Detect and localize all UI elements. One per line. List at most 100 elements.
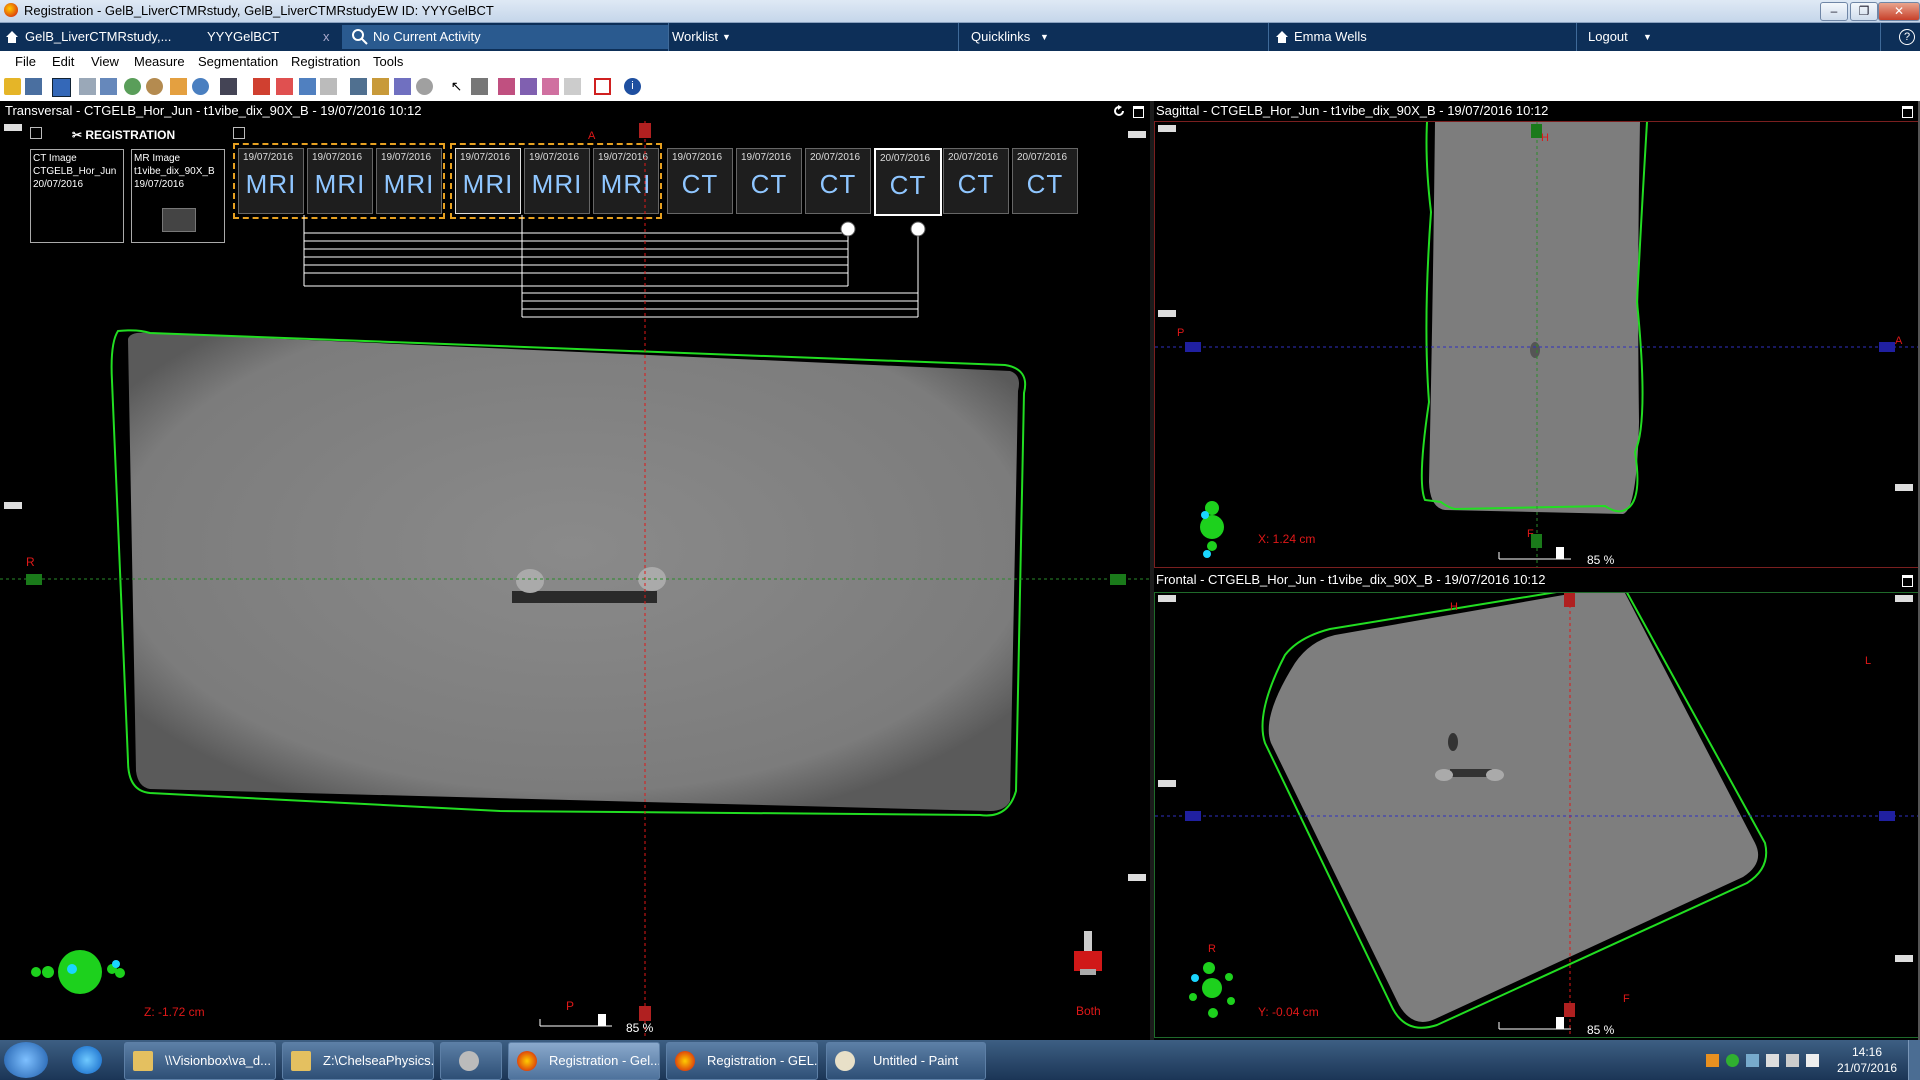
taskbar-item[interactable]: Untitled - Paint xyxy=(826,1042,986,1080)
crosshair-handle[interactable] xyxy=(26,574,42,585)
sagittal-image[interactable] xyxy=(1155,122,1919,567)
taskbar-item[interactable]: \\Visionbox\va_d... xyxy=(124,1042,276,1080)
tray-network-icon[interactable] xyxy=(1786,1054,1799,1067)
scroll-arrow-icon[interactable] xyxy=(1158,595,1176,602)
crosshair-handle[interactable] xyxy=(1564,593,1575,607)
clock-date[interactable]: 21/07/2016 xyxy=(1832,1061,1902,1075)
pencil-icon[interactable] xyxy=(372,78,389,95)
crosshair-handle[interactable] xyxy=(639,123,651,138)
search-icon[interactable] xyxy=(352,29,368,45)
pointer-icon[interactable]: ↖ xyxy=(448,78,465,95)
transversal-viewport[interactable]: ✂ REGISTRATION CT Image CTGELB_Hor_Jun 2… xyxy=(0,121,1150,1037)
menu-segmentation[interactable]: Segmentation xyxy=(198,54,278,69)
layout-1x1-icon[interactable] xyxy=(52,78,71,97)
magnify-icon[interactable] xyxy=(146,78,163,95)
taskbar-item[interactable] xyxy=(440,1042,502,1080)
menu-registration[interactable]: Registration xyxy=(291,54,360,69)
tray-volume-icon[interactable] xyxy=(1806,1054,1819,1067)
monitor-icon[interactable] xyxy=(350,78,367,95)
minimize-button[interactable]: – xyxy=(1820,2,1848,21)
crop-icon[interactable] xyxy=(594,78,611,95)
worklist-menu[interactable]: Worklist xyxy=(672,23,718,51)
restore-button[interactable]: ❐ xyxy=(1850,2,1878,21)
pan-hand-icon[interactable] xyxy=(170,78,187,95)
crosshair-handle[interactable] xyxy=(1110,574,1126,585)
menu-tools[interactable]: Tools xyxy=(373,54,403,69)
zoom-slider-thumb[interactable] xyxy=(598,1014,606,1026)
quicklinks-menu[interactable]: Quicklinks xyxy=(971,23,1030,51)
frontal-image[interactable] xyxy=(1155,593,1919,1037)
zoom-slider-thumb[interactable] xyxy=(1556,1017,1564,1029)
scroll-arrow-icon[interactable] xyxy=(1128,874,1146,881)
start-button-icon[interactable] xyxy=(4,1042,48,1078)
contour-icon[interactable] xyxy=(416,78,433,95)
logout-menu[interactable]: Logout xyxy=(1588,23,1628,51)
link-node-icon[interactable] xyxy=(910,221,926,237)
show-desktop-button[interactable] xyxy=(1908,1040,1920,1080)
zoom-icon[interactable] xyxy=(124,78,141,95)
browser-icon[interactable] xyxy=(72,1046,102,1074)
open-icon[interactable] xyxy=(4,78,21,95)
taskbar-item[interactable]: Z:\ChelseaPhysics... xyxy=(282,1042,434,1080)
clock-time[interactable]: 14:16 xyxy=(1832,1045,1902,1059)
menu-measure[interactable]: Measure xyxy=(134,54,185,69)
window-level-icon[interactable] xyxy=(100,78,117,95)
taskbar-item[interactable]: Registration - Gel... xyxy=(508,1042,660,1080)
fusion-icon[interactable] xyxy=(498,78,515,95)
rotate-icon[interactable] xyxy=(192,78,209,95)
menu-edit[interactable]: Edit xyxy=(52,54,74,69)
scroll-arrow-icon[interactable] xyxy=(1158,310,1176,317)
tray-check-icon[interactable] xyxy=(1726,1054,1739,1067)
fusion-settings-icon[interactable] xyxy=(520,78,537,95)
scroll-arrow-icon[interactable] xyxy=(1895,595,1913,602)
windows-icon[interactable] xyxy=(299,78,316,95)
toggle-switch-icon[interactable] xyxy=(1074,931,1102,975)
frontal-viewport[interactable]: H L R F Y: -0.04 cm 85 % xyxy=(1154,592,1920,1038)
refresh-icon[interactable] xyxy=(1113,105,1125,117)
annotate-icon[interactable] xyxy=(394,78,411,95)
tray-icon[interactable] xyxy=(1706,1054,1719,1067)
maximize-viewport-icon[interactable] xyxy=(1133,106,1144,118)
blend-icon[interactable] xyxy=(542,78,559,95)
layout-icon[interactable] xyxy=(79,78,96,95)
patient-tab[interactable]: GelB_LiverCTMRstudy,... xyxy=(25,23,171,51)
maximize-viewport-icon[interactable] xyxy=(1902,106,1913,118)
crosshair-handle[interactable] xyxy=(1185,811,1201,821)
scroll-arrow-icon[interactable] xyxy=(1128,131,1146,138)
scroll-arrow-icon[interactable] xyxy=(1895,955,1913,962)
info-icon[interactable]: i xyxy=(624,78,641,95)
crosshair-handle[interactable] xyxy=(1879,811,1895,821)
viewport-splitter[interactable] xyxy=(1150,101,1154,1040)
close-tab-icon[interactable]: x xyxy=(323,23,330,51)
help-icon[interactable]: ? xyxy=(1899,29,1915,45)
save-icon[interactable] xyxy=(25,78,42,95)
zoom-slider-thumb[interactable] xyxy=(1556,547,1564,559)
scroll-arrow-icon[interactable] xyxy=(4,502,22,509)
tray-device-icon[interactable] xyxy=(1766,1054,1779,1067)
crosshair-handle[interactable] xyxy=(1879,342,1895,352)
menu-view[interactable]: View xyxy=(91,54,119,69)
grid-layout-icon[interactable] xyxy=(220,78,237,95)
home-icon[interactable] xyxy=(5,30,19,44)
sagittal-viewport[interactable]: H P A F X: 1.24 cm 85 % xyxy=(1154,121,1920,568)
red-frame-icon[interactable] xyxy=(253,78,270,95)
crosshair-handle[interactable] xyxy=(1185,342,1201,352)
dots-icon[interactable] xyxy=(564,78,581,95)
transversal-image[interactable] xyxy=(0,121,1150,1037)
menu-file[interactable]: File xyxy=(15,54,36,69)
tray-eye-icon[interactable] xyxy=(1746,1054,1759,1067)
scroll-arrow-icon[interactable] xyxy=(1158,125,1176,132)
scroll-arrow-icon[interactable] xyxy=(1158,780,1176,787)
user-name[interactable]: Emma Wells xyxy=(1294,23,1367,51)
overlay-icon[interactable] xyxy=(276,78,293,95)
print-icon[interactable] xyxy=(320,78,337,95)
current-activity[interactable]: No Current Activity xyxy=(373,23,481,51)
crosshair-handle[interactable] xyxy=(1564,1003,1575,1017)
taskbar-item[interactable]: Registration - GEL... xyxy=(666,1042,818,1080)
crosshair-handle[interactable] xyxy=(639,1006,651,1021)
id-tab[interactable]: YYYGelBCT xyxy=(207,23,279,51)
close-window-button[interactable]: ✕ xyxy=(1878,2,1920,21)
scroll-arrow-icon[interactable] xyxy=(1895,484,1913,491)
link-node-icon[interactable] xyxy=(840,221,856,237)
ruler-icon[interactable] xyxy=(471,78,488,95)
